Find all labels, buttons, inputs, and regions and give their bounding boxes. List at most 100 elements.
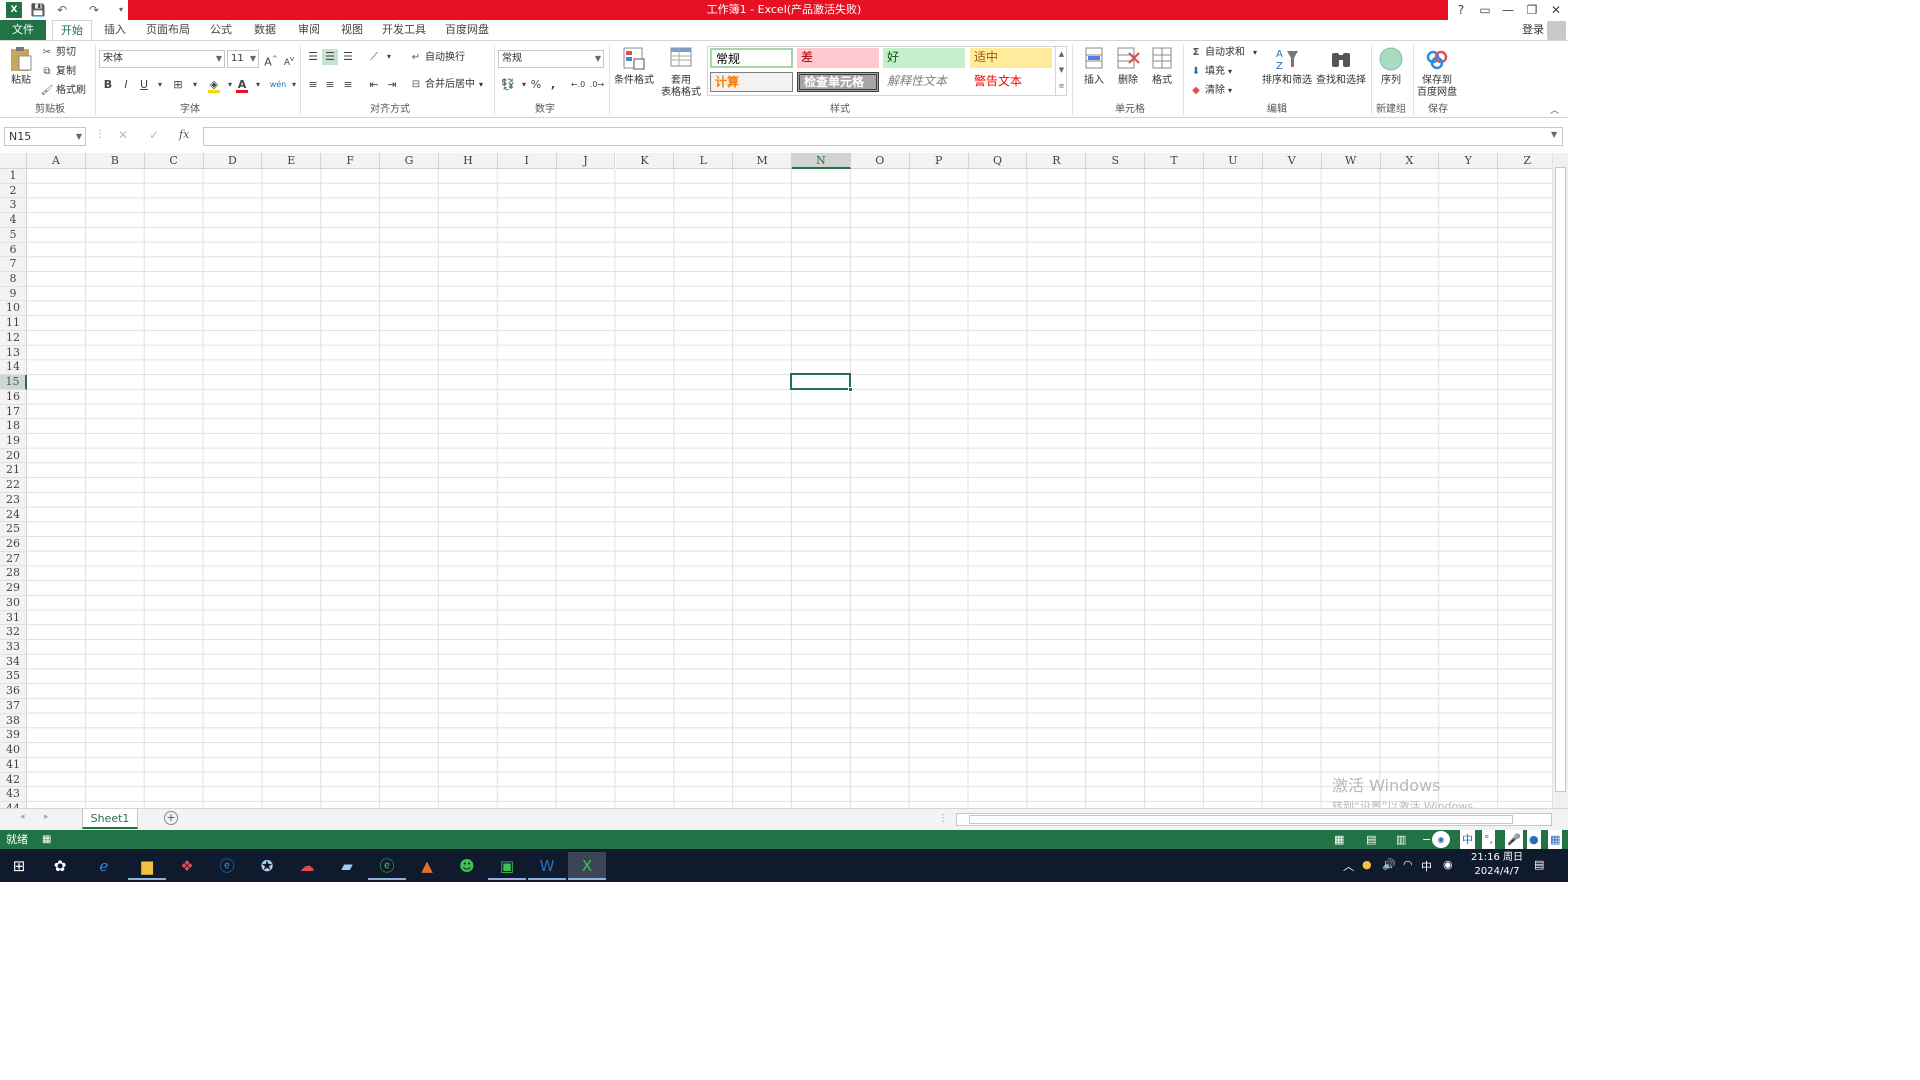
style-warning[interactable]: 警告文本 xyxy=(970,72,1052,92)
vertical-scrollbar[interactable] xyxy=(1552,153,1568,808)
row-header-39[interactable]: 39 xyxy=(0,728,27,744)
number-format-select[interactable]: 常规 ▼ xyxy=(498,50,604,68)
prev-sheet-icon[interactable]: ◂ xyxy=(20,812,25,822)
row-header-13[interactable]: 13 xyxy=(0,345,27,361)
collapse-ribbon-icon[interactable]: ︿ xyxy=(1550,103,1559,116)
column-header-T[interactable]: T xyxy=(1145,153,1204,169)
merge-center-button[interactable]: ⊟ 合并后居中 ▾ xyxy=(409,77,483,93)
chevron-down-icon[interactable]: ▾ xyxy=(381,49,397,65)
insert-cells-button[interactable]: 插入 xyxy=(1078,45,1110,87)
sort-filter-button[interactable]: AZ 排序和筛选 xyxy=(1260,45,1314,87)
style-normal[interactable]: 常规 xyxy=(710,48,793,68)
excel-taskbar-icon[interactable]: X xyxy=(568,852,606,880)
cut-button[interactable]: ✂ 剪切 xyxy=(40,45,76,61)
row-header-3[interactable]: 3 xyxy=(0,198,27,214)
column-header-R[interactable]: R xyxy=(1027,153,1087,169)
horizontal-scroll-thumb[interactable] xyxy=(969,815,1513,824)
column-header-G[interactable]: G xyxy=(380,153,439,169)
vertical-scroll-thumb[interactable] xyxy=(1555,167,1566,792)
tab-data[interactable]: 数据 xyxy=(248,20,282,40)
file-explorer-icon[interactable]: ▆ xyxy=(128,852,166,880)
row-header-1[interactable]: 1 xyxy=(0,169,27,184)
column-header-V[interactable]: V xyxy=(1262,153,1322,169)
row-header-24[interactable]: 24 xyxy=(0,507,27,523)
row-header-4[interactable]: 4 xyxy=(0,213,27,228)
column-header-F[interactable]: F xyxy=(321,153,381,169)
windows-start-icon[interactable]: ⊞ xyxy=(0,852,38,880)
increase-font-icon[interactable]: A^ xyxy=(263,51,279,69)
matlab-icon[interactable]: ▲ xyxy=(408,852,446,880)
normal-view-icon[interactable]: ▦ xyxy=(1334,830,1344,849)
app-notes-icon[interactable]: ▰ xyxy=(328,852,366,880)
row-header-41[interactable]: 41 xyxy=(0,757,27,773)
app-screen-icon[interactable]: ▣ xyxy=(488,852,526,880)
tab-formulas[interactable]: 公式 xyxy=(204,20,238,40)
clear-button[interactable]: ◆ 清除 ▾ xyxy=(1189,83,1232,99)
row-header-2[interactable]: 2 xyxy=(0,183,27,199)
punctuation-icon[interactable]: °, xyxy=(1482,830,1495,849)
row-header-40[interactable]: 40 xyxy=(0,743,27,758)
enter-icon[interactable]: ✓ xyxy=(149,128,159,142)
orientation-icon[interactable]: ⟋ xyxy=(366,49,382,65)
tab-insert[interactable]: 插入 xyxy=(98,20,132,40)
row-header-23[interactable]: 23 xyxy=(0,492,27,508)
customize-qat-icon[interactable]: ▾ xyxy=(116,2,126,18)
minimize-button[interactable]: — xyxy=(1497,0,1519,20)
find-select-button[interactable]: 查找和选择 xyxy=(1314,45,1368,87)
ime-logo-icon[interactable]: ◉ xyxy=(1432,831,1450,848)
column-header-J[interactable]: J xyxy=(556,153,616,169)
tab-baidu-netdisk[interactable]: 百度网盘 xyxy=(440,20,494,40)
sheet-tab-sheet1[interactable]: Sheet1 xyxy=(82,809,138,829)
column-header-A[interactable]: A xyxy=(27,153,86,169)
row-header-5[interactable]: 5 xyxy=(0,227,27,243)
column-header-M[interactable]: M xyxy=(733,153,793,169)
formula-input[interactable] xyxy=(203,127,1563,146)
style-check-cell[interactable]: 检查单元格 xyxy=(797,72,879,92)
row-header-32[interactable]: 32 xyxy=(0,625,27,641)
currency-icon[interactable]: 💱 xyxy=(500,77,516,93)
sequence-button[interactable]: 序列 xyxy=(1374,45,1408,87)
save-to-netdisk-button[interactable]: 保存到 百度网盘 xyxy=(1414,45,1460,99)
row-header-31[interactable]: 31 xyxy=(0,610,27,626)
align-bottom-icon[interactable]: ☰ xyxy=(340,49,356,65)
ime-indicator[interactable]: 中 xyxy=(1421,858,1432,874)
ribbon-display-button[interactable]: ▭ xyxy=(1474,0,1496,20)
edge-browser-icon[interactable]: ⓔ xyxy=(208,852,246,880)
column-header-S[interactable]: S xyxy=(1086,153,1146,169)
tray-overflow-icon[interactable]: ︿ xyxy=(1343,858,1354,874)
row-header-19[interactable]: 19 xyxy=(0,433,27,449)
format-painter-button[interactable]: 🖌 格式刷 xyxy=(40,83,86,99)
bold-button[interactable]: B xyxy=(100,77,116,93)
column-header-B[interactable]: B xyxy=(85,153,145,169)
tab-page-layout[interactable]: 页面布局 xyxy=(142,20,194,40)
column-header-Q[interactable]: Q xyxy=(968,153,1028,169)
column-header-X[interactable]: X xyxy=(1380,153,1440,169)
help-button[interactable]: ? xyxy=(1450,0,1472,20)
grid-menu-icon[interactable]: ▦ xyxy=(1548,830,1563,849)
active-cell-N15[interactable] xyxy=(790,373,853,392)
add-sheet-icon[interactable]: + xyxy=(164,811,178,825)
fill-handle[interactable] xyxy=(848,387,853,392)
column-header-C[interactable]: C xyxy=(144,153,204,169)
underline-button[interactable]: U xyxy=(136,77,152,93)
macro-record-icon[interactable]: ▦ xyxy=(42,830,51,849)
word-icon[interactable]: W xyxy=(528,852,566,880)
app-red-icon[interactable]: ❖ xyxy=(168,852,206,880)
column-header-Y[interactable]: Y xyxy=(1439,153,1499,169)
row-header-30[interactable]: 30 xyxy=(0,595,27,611)
row-header-28[interactable]: 28 xyxy=(0,566,27,582)
page-layout-view-icon[interactable]: ▤ xyxy=(1366,830,1376,849)
tab-home[interactable]: 开始 xyxy=(52,20,92,41)
style-calculation[interactable]: 计算 xyxy=(710,72,793,92)
clock[interactable]: 21:16 周日 2024/4/7 xyxy=(1462,851,1532,879)
formula-bar-grip-icon[interactable]: ⋮ xyxy=(95,129,105,140)
row-header-11[interactable]: 11 xyxy=(0,316,27,331)
align-middle-icon[interactable]: ☰ xyxy=(322,49,338,65)
row-header-25[interactable]: 25 xyxy=(0,522,27,537)
row-header-9[interactable]: 9 xyxy=(0,286,27,302)
style-explanatory[interactable]: 解释性文本 xyxy=(883,72,965,92)
app-paint-icon[interactable]: ✪ xyxy=(248,852,286,880)
split-handle-icon[interactable]: ⋮ xyxy=(938,813,948,824)
redo-icon[interactable]: ↷ xyxy=(86,2,102,18)
format-cells-button[interactable]: 格式 xyxy=(1146,45,1178,87)
